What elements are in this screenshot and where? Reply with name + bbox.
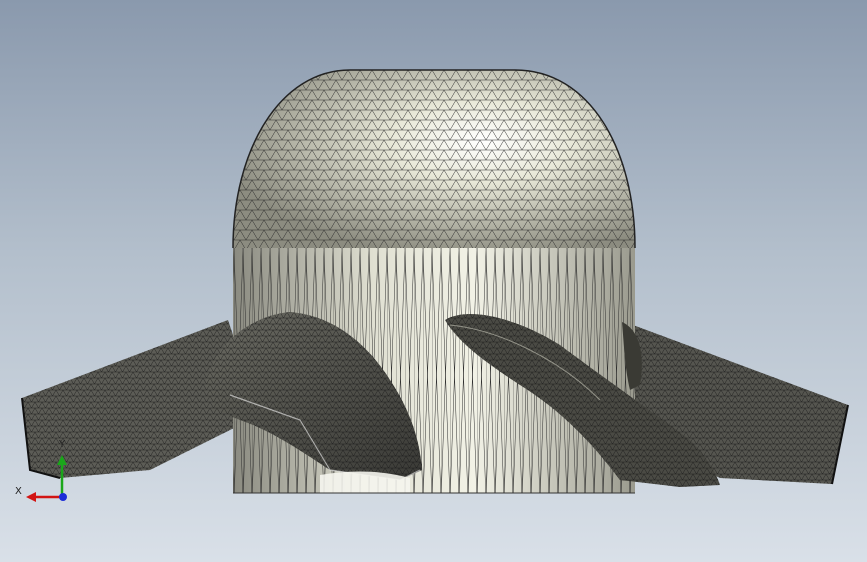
hub-dome[interactable] bbox=[232, 69, 636, 249]
x-axis-label: X bbox=[15, 486, 22, 497]
graphics-viewport[interactable]: X Y bbox=[0, 0, 867, 562]
blade-far-left[interactable] bbox=[21, 320, 240, 479]
y-axis-label: Y bbox=[59, 439, 66, 450]
impeller-mesh-model[interactable] bbox=[0, 0, 867, 562]
